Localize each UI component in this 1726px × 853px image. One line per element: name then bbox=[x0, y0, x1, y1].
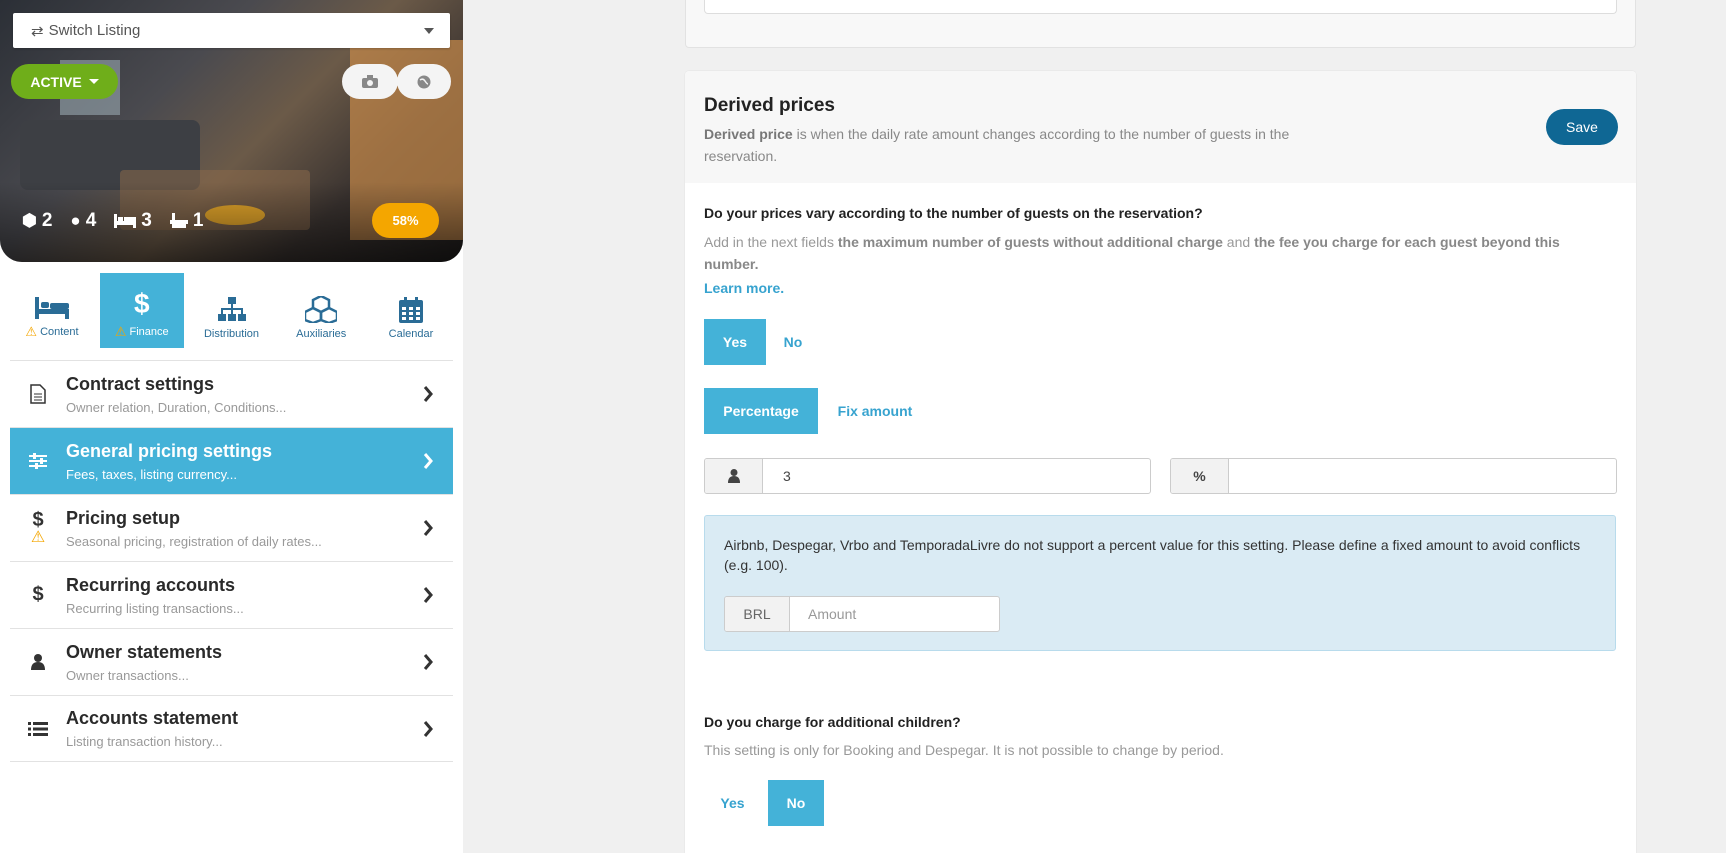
menu-item-recurring-accounts[interactable]: $ Recurring accounts Recurring listing tr… bbox=[10, 561, 453, 628]
list-icon bbox=[28, 721, 48, 736]
switch-icon: ⇄ bbox=[31, 22, 44, 40]
learn-more-link[interactable]: Learn more. bbox=[704, 280, 784, 296]
chevron-right-icon bbox=[423, 720, 433, 737]
bath-icon bbox=[169, 213, 188, 228]
warning-icon: ⚠ bbox=[25, 324, 38, 339]
max-guests-input-group: 3 bbox=[704, 458, 1151, 494]
baths-stat: 1 bbox=[169, 210, 203, 232]
menu-item-subtitle: Recurring listing transactions... bbox=[66, 600, 244, 616]
fix-amount-button[interactable]: Fix amount bbox=[820, 388, 930, 434]
section-description: Derived price is when the daily rate amo… bbox=[704, 126, 1290, 164]
chevron-right-icon bbox=[423, 654, 433, 670]
sidebar: ⇄ Switch Listing ACTIVE ⬢ 2 ● 4 3 1 58% ⚠ C… bbox=[0, 0, 463, 853]
finance-menu: Contract settings Owner relation, Duratio… bbox=[10, 360, 453, 762]
sliders-icon bbox=[29, 453, 47, 469]
document-icon bbox=[30, 384, 46, 404]
percent-input[interactable] bbox=[1229, 459, 1616, 493]
chevron-down-icon bbox=[424, 28, 434, 34]
guests-question: Do your prices vary according to the num… bbox=[704, 205, 1203, 221]
globe-icon bbox=[417, 75, 431, 88]
amount-input[interactable]: Amount bbox=[790, 597, 999, 631]
menu-item-subtitle: Fees, taxes, listing currency... bbox=[66, 466, 237, 482]
percentage-button[interactable]: Percentage bbox=[704, 388, 818, 434]
rooms-stat: ⬢ 2 bbox=[22, 210, 53, 231]
user-icon: ● bbox=[70, 211, 81, 230]
menu-item-title: Contract settings bbox=[66, 373, 215, 394]
listing-tabs: ⚠ Content $ ⚠ Finance Distribution Auxilia… bbox=[10, 273, 453, 348]
photos-button[interactable] bbox=[342, 64, 398, 99]
beds-stat: 3 bbox=[114, 210, 152, 232]
menu-item-accounts-statement[interactable]: Accounts statement Listing transaction hi… bbox=[10, 695, 453, 762]
tab-content[interactable]: ⚠ Content bbox=[10, 273, 94, 348]
card-header: Derived prices Derived price is when the… bbox=[685, 71, 1636, 183]
chevron-right-icon bbox=[423, 386, 433, 402]
menu-item-subtitle: Seasonal pricing, registration of daily … bbox=[66, 533, 322, 549]
menu-item-subtitle: Listing transaction history... bbox=[66, 734, 223, 749]
menu-item-title: General pricing settings bbox=[66, 440, 273, 461]
menu-item-subtitle: Owner relation, Duration, Conditions... bbox=[66, 399, 287, 415]
fixed-amount-input-group: BRL Amount bbox=[724, 596, 1000, 632]
alert-text: Airbnb, Despegar, Vrbo and TemporadaLivr… bbox=[724, 537, 1581, 573]
percent-input-group: % bbox=[1170, 458, 1617, 494]
children-description: This setting is only for Booking and Des… bbox=[704, 742, 1224, 758]
user-icon bbox=[31, 654, 45, 670]
tab-auxiliaries[interactable]: Auxiliaries bbox=[279, 273, 363, 348]
previous-section-card bbox=[685, 0, 1636, 48]
listing-stats: ⬢ 2 ● 4 3 1 bbox=[22, 210, 203, 232]
tab-finance[interactable]: $ ⚠ Finance bbox=[99, 273, 184, 348]
menu-item-owner-statements[interactable]: Owner statements Owner transactions... bbox=[10, 628, 453, 695]
tab-calendar[interactable]: Calendar bbox=[369, 273, 453, 348]
globe-button[interactable] bbox=[397, 64, 451, 99]
dollar-icon: $ bbox=[133, 288, 150, 319]
menu-item-title: Owner statements bbox=[66, 641, 223, 662]
menu-item-title: Recurring accounts bbox=[66, 574, 236, 595]
completion-badge: 58% bbox=[372, 203, 439, 238]
dollar-icon: $ bbox=[32, 509, 44, 531]
menu-item-general-pricing-settings[interactable]: General pricing settings Fees, taxes, lis… bbox=[10, 427, 453, 494]
children-yes-button[interactable]: Yes bbox=[704, 780, 761, 826]
caret-down-icon bbox=[88, 79, 99, 84]
guests-description: Add in the next fields the maximum numbe… bbox=[704, 234, 1560, 272]
save-button[interactable]: Save bbox=[1546, 109, 1618, 145]
menu-item-contract-settings[interactable]: Contract settings Owner relation, Duratio… bbox=[10, 360, 453, 427]
menu-item-title: Pricing setup bbox=[66, 507, 181, 528]
bed-icon bbox=[35, 297, 69, 319]
warning-icon: ⚠ bbox=[30, 529, 46, 546]
bed-icon bbox=[114, 214, 137, 228]
switch-listing-label: Switch Listing bbox=[48, 22, 141, 39]
percent-addon: % bbox=[1171, 459, 1229, 493]
calendar-icon bbox=[399, 297, 423, 323]
status-label: ACTIVE bbox=[30, 73, 82, 90]
cube-icon: ⬢ bbox=[22, 211, 37, 230]
guests-stat: ● 4 bbox=[70, 210, 97, 231]
menu-item-title: Accounts statement bbox=[66, 708, 239, 728]
tab-distribution[interactable]: Distribution bbox=[190, 273, 274, 348]
currency-addon: BRL bbox=[725, 597, 790, 631]
derived-prices-card: Derived prices Derived price is when the… bbox=[685, 71, 1636, 853]
status-dropdown[interactable]: ACTIVE bbox=[11, 64, 118, 99]
chevron-right-icon bbox=[423, 453, 433, 469]
previous-section-field bbox=[704, 0, 1617, 14]
user-icon bbox=[705, 459, 763, 493]
vary-no-button[interactable]: No bbox=[768, 319, 818, 365]
children-question: Do you charge for additional children? bbox=[704, 714, 961, 730]
children-no-button[interactable]: No bbox=[768, 780, 824, 826]
vary-yes-button[interactable]: Yes bbox=[704, 319, 766, 365]
dollar-icon: $ bbox=[32, 583, 44, 606]
menu-item-pricing-setup[interactable]: $ ⚠ Pricing setup Seasonal pricing, regist… bbox=[10, 494, 453, 561]
max-guests-input[interactable]: 3 bbox=[763, 459, 1150, 493]
switch-listing-dropdown[interactable]: ⇄ Switch Listing bbox=[13, 13, 450, 48]
channel-warning-alert: Airbnb, Despegar, Vrbo and TemporadaLivr… bbox=[704, 515, 1616, 651]
camera-icon bbox=[362, 75, 378, 88]
menu-item-subtitle: Owner transactions... bbox=[66, 667, 189, 683]
section-title: Derived prices bbox=[704, 95, 835, 116]
sitemap-icon bbox=[217, 297, 246, 321]
chevron-right-icon bbox=[423, 520, 433, 536]
chevron-right-icon bbox=[423, 587, 433, 603]
warning-icon: ⚠ bbox=[114, 324, 127, 339]
cubes-icon bbox=[305, 296, 338, 323]
